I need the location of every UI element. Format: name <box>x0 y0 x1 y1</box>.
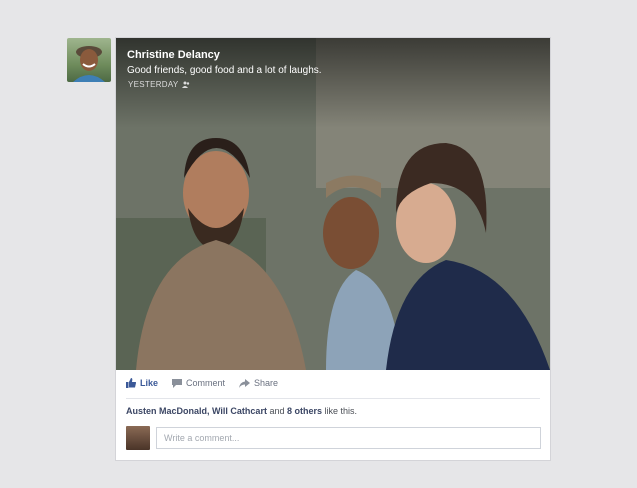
likes-summary: Austen MacDonald, Will Cathcart and 8 ot… <box>126 406 357 416</box>
like-button[interactable]: Like <box>126 378 158 388</box>
thumbs-up-icon <box>126 378 136 388</box>
share-arrow-icon <box>239 378 251 388</box>
post-photo[interactable]: Christine Delancy Good friends, good foo… <box>116 38 550 370</box>
timestamp-label: YESTERDAY <box>128 80 179 89</box>
post-actions: Like Comment Share <box>126 376 278 390</box>
viewer-avatar <box>126 426 150 450</box>
comment-label: Comment <box>186 378 226 388</box>
post-caption: Good friends, good food and a lot of lau… <box>127 65 322 76</box>
author-avatar-image <box>73 46 105 82</box>
comment-input[interactable] <box>156 427 541 449</box>
like-label: Like <box>140 378 159 388</box>
post-card: Christine Delancy Good friends, good foo… <box>116 38 550 460</box>
likers-others[interactable]: 8 others <box>287 406 322 416</box>
share-label: Share <box>254 378 279 388</box>
comment-button[interactable]: Comment <box>172 378 225 388</box>
comment-icon <box>172 378 183 388</box>
author-avatar[interactable] <box>67 38 111 82</box>
share-button[interactable]: Share <box>239 378 278 388</box>
likers-names[interactable]: Austen MacDonald, Will Cathcart <box>126 406 267 416</box>
actions-divider <box>126 398 540 399</box>
likes-suffix: like this. <box>324 406 358 416</box>
post-timestamp[interactable]: YESTERDAY <box>128 80 190 89</box>
comment-composer <box>126 426 541 450</box>
likes-and: and <box>269 406 285 416</box>
author-name[interactable]: Christine Delancy <box>127 49 220 61</box>
people-icon <box>181 81 189 88</box>
